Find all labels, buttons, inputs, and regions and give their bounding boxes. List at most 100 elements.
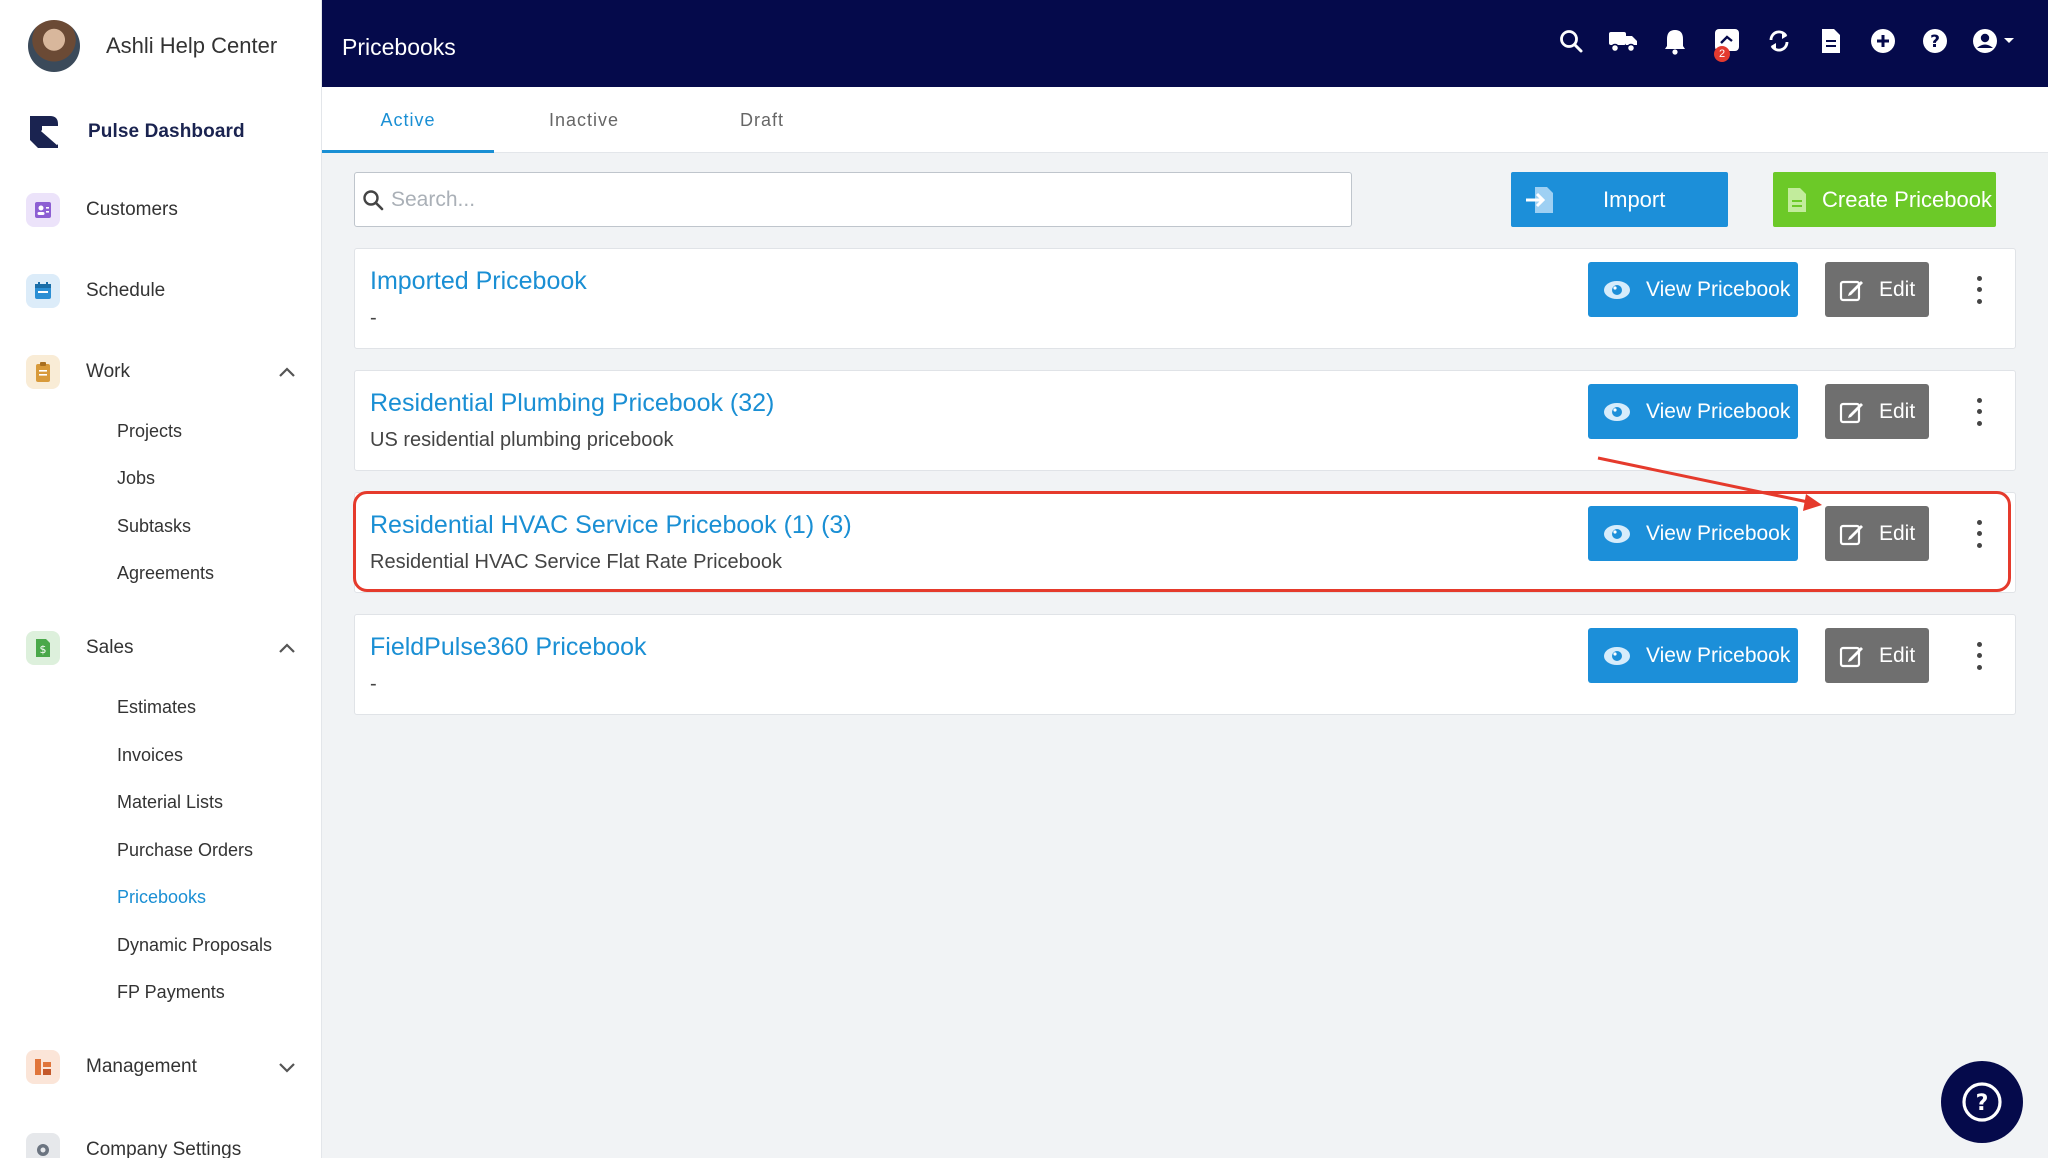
edit-icon — [1839, 280, 1863, 301]
customers-icon — [26, 193, 60, 227]
create-pricebook-label: Create Pricebook — [1822, 186, 1992, 212]
clipboard-icon — [26, 355, 60, 389]
sidebar-subitem-projects[interactable]: Projects — [117, 421, 182, 442]
import-button[interactable]: Import — [1511, 172, 1728, 227]
chevron-down-icon — [279, 1063, 295, 1073]
svg-text:?: ? — [1930, 32, 1940, 52]
sidebar-subitem-purchase-orders[interactable]: Purchase Orders — [117, 840, 253, 861]
document-icon[interactable] — [1814, 24, 1848, 58]
edit-button[interactable]: Edit — [1825, 628, 1929, 683]
eye-icon — [1604, 646, 1630, 665]
pricebook-title-link[interactable]: Residential Plumbing Pricebook (32) — [370, 389, 774, 418]
pulse-dashboard-label: Pulse Dashboard — [88, 121, 245, 142]
search-box — [354, 172, 1352, 227]
pulse-dashboard-link[interactable]: Pulse Dashboard — [28, 114, 245, 150]
sidebar-subitem-invoices[interactable]: Invoices — [117, 745, 183, 766]
dollar-document-icon: $ — [26, 631, 60, 665]
edit-label: Edit — [1879, 521, 1916, 545]
sidebar-item-label: Customers — [86, 199, 178, 220]
sidebar-subitem-material-lists[interactable]: Material Lists — [117, 792, 223, 813]
sidebar-item-sales[interactable]: $ Sales — [26, 631, 298, 665]
edit-button[interactable]: Edit — [1825, 262, 1929, 317]
edit-button[interactable]: Edit — [1825, 506, 1929, 561]
search-icon[interactable] — [1554, 24, 1588, 58]
sidebar-subitem-estimates[interactable]: Estimates — [117, 697, 196, 718]
view-pricebook-button[interactable]: View Pricebook — [1588, 262, 1798, 317]
view-pricebook-label: View Pricebook — [1646, 399, 1791, 423]
chevron-up-icon — [279, 643, 295, 653]
eye-icon — [1604, 524, 1630, 543]
pricebook-card: Residential Plumbing Pricebook (32) US r… — [354, 370, 2016, 471]
import-icon — [1526, 186, 1553, 213]
sidebar-subitem-agreements[interactable]: Agreements — [117, 563, 214, 584]
help-circle-icon[interactable]: ? — [1918, 24, 1952, 58]
sidebar-subitem-jobs[interactable]: Jobs — [117, 468, 155, 489]
edit-button[interactable]: Edit — [1825, 384, 1929, 439]
chat-icon[interactable]: 2 — [1710, 24, 1744, 62]
search-input[interactable] — [391, 187, 1291, 212]
pricebook-title-link[interactable]: Imported Pricebook — [370, 267, 587, 296]
tab-inactive[interactable]: Inactive — [498, 87, 670, 153]
sidebar-item-label: Company Settings — [86, 1139, 242, 1158]
more-options-icon[interactable] — [1967, 639, 1991, 673]
sidebar-item-company-settings[interactable]: Company Settings — [26, 1133, 298, 1158]
new-document-icon — [1788, 187, 1806, 212]
more-options-icon[interactable] — [1967, 395, 1991, 429]
view-pricebook-label: View Pricebook — [1646, 643, 1791, 667]
view-pricebook-label: View Pricebook — [1646, 521, 1791, 545]
edit-icon — [1839, 524, 1863, 545]
pricebook-title-link[interactable]: Residential HVAC Service Pricebook (1) (… — [370, 511, 852, 540]
account-icon[interactable] — [1970, 24, 2018, 58]
profile[interactable]: Ashli Help Center — [28, 20, 277, 72]
truck-icon[interactable] — [1606, 24, 1640, 58]
sidebar-item-work[interactable]: Work — [26, 355, 298, 389]
add-circle-icon[interactable] — [1866, 24, 1900, 58]
page-title: Pricebooks — [342, 34, 456, 60]
view-pricebook-button[interactable]: View Pricebook — [1588, 628, 1798, 683]
tab-draft[interactable]: Draft — [676, 87, 848, 153]
chevron-up-icon — [279, 367, 295, 377]
import-label: Import — [1603, 186, 1666, 212]
sidebar-subitem-dynamic-proposals[interactable]: Dynamic Proposals — [117, 935, 272, 956]
pricebook-card: FieldPulse360 Pricebook - View Pricebook… — [354, 614, 2016, 715]
edit-icon — [1839, 646, 1863, 667]
help-circle-icon: ? — [1962, 1082, 2002, 1122]
sidebar-item-schedule[interactable]: Schedule — [26, 274, 298, 308]
more-options-icon[interactable] — [1967, 517, 1991, 551]
more-options-icon[interactable] — [1967, 273, 1991, 307]
help-chat-button[interactable]: ? — [1941, 1061, 2023, 1143]
edit-label: Edit — [1879, 643, 1916, 667]
sidebar-subitem-fp-payments[interactable]: FP Payments — [117, 982, 225, 1003]
header-icons: 2 ? — [1536, 24, 2018, 62]
sidebar-subitem-subtasks[interactable]: Subtasks — [117, 516, 191, 537]
pricebook-title-link[interactable]: FieldPulse360 Pricebook — [370, 633, 647, 662]
sidebar-subitem-pricebooks[interactable]: Pricebooks — [117, 887, 206, 908]
edit-label: Edit — [1879, 399, 1916, 423]
create-pricebook-button[interactable]: Create Pricebook — [1773, 172, 1996, 227]
top-bar: Pricebooks 2 ? — [322, 0, 2048, 87]
pricebook-description: US residential plumbing pricebook — [370, 429, 674, 451]
bell-icon[interactable] — [1658, 24, 1692, 58]
calendar-icon — [26, 274, 60, 308]
tab-active[interactable]: Active — [322, 87, 494, 153]
management-icon — [26, 1050, 60, 1084]
search-icon — [363, 189, 384, 210]
pulse-logo-icon — [30, 116, 59, 148]
chat-badge: 2 — [1714, 46, 1730, 62]
view-pricebook-button[interactable]: View Pricebook — [1588, 506, 1798, 561]
sidebar: Ashli Help Center Pulse Dashboard Custom… — [0, 0, 322, 1158]
edit-icon — [1839, 402, 1863, 423]
pricebook-description: - — [370, 307, 377, 329]
edit-label: Edit — [1879, 277, 1916, 301]
pricebook-card: Residential HVAC Service Pricebook (1) (… — [354, 492, 2016, 593]
pricebook-card: Imported Pricebook - View Pricebook Edit — [354, 248, 2016, 349]
sidebar-item-label: Sales — [86, 637, 134, 658]
sidebar-item-management[interactable]: Management — [26, 1050, 298, 1084]
sync-icon[interactable] — [1762, 24, 1796, 58]
sidebar-item-customers[interactable]: Customers — [26, 193, 298, 227]
eye-icon — [1604, 280, 1630, 299]
sidebar-item-label: Work — [86, 361, 130, 382]
pricebook-description: Residential HVAC Service Flat Rate Price… — [370, 551, 783, 573]
sidebar-item-label: Schedule — [86, 280, 166, 301]
view-pricebook-button[interactable]: View Pricebook — [1588, 384, 1798, 439]
